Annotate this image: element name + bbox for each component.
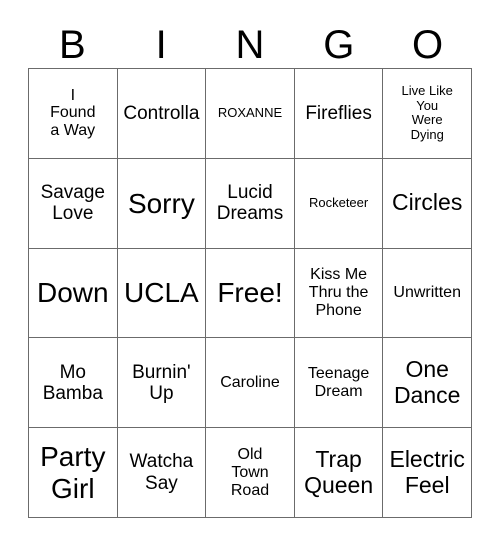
bingo-header-letter-g: G	[323, 23, 355, 67]
bingo-cell-free-space[interactable]: Free!	[206, 248, 295, 339]
bingo-cell-label: Live Like You Were Dying	[401, 83, 453, 142]
bingo-cell-label: Unwritten	[393, 284, 461, 302]
bingo-cell-r1-c1[interactable]: I Found a Way	[29, 69, 118, 159]
bingo-cell-label: Burnin' Up	[132, 361, 191, 404]
bingo-cell-label: Teenage Dream	[307, 364, 370, 400]
bingo-header-letter-n: N	[235, 23, 265, 67]
bingo-cell-label: Circles	[392, 189, 463, 216]
bingo-cell-label: One Dance	[393, 356, 461, 408]
bingo-cell-label: Mo Bamba	[42, 361, 103, 404]
bingo-cell-r4-c2[interactable]: Burnin' Up	[117, 338, 207, 429]
bingo-cell-label: Kiss Me Thru the Phone	[308, 266, 369, 319]
bingo-cell-label: Caroline	[220, 373, 280, 391]
bingo-cell-label: Old Town Road	[230, 445, 270, 499]
bingo-cell-label: Trap Queen	[304, 445, 374, 498]
bingo-cell-label: Controlla	[123, 102, 200, 124]
bingo-cell-r5-c4[interactable]: Trap Queen	[294, 428, 384, 518]
bingo-cell-r2-c4[interactable]: Rocketeer	[294, 158, 384, 249]
bingo-cell-r5-c2[interactable]: Watcha Say	[117, 428, 207, 518]
bingo-cell-r2-c1[interactable]: Savage Love	[29, 158, 118, 249]
bingo-cell-r5-c5[interactable]: Electric Feel	[383, 428, 472, 518]
bingo-header-row: BINGO	[28, 22, 472, 68]
bingo-cell-label: Savage Love	[40, 181, 106, 225]
bingo-cell-r5-c3[interactable]: Old Town Road	[206, 428, 295, 518]
bingo-cell-r1-c3[interactable]: ROXANNE	[206, 69, 295, 159]
bingo-grid: I Found a Way Controlla ROXANNE Fireflies Li…	[28, 68, 472, 518]
bingo-cell-r5-c1[interactable]: Party Girl	[29, 428, 118, 518]
bingo-cell-r2-c3[interactable]: Lucid Dreams	[206, 158, 295, 249]
bingo-cell-label: Lucid Dreams	[216, 181, 284, 225]
bingo-cell-r1-c2[interactable]: Controlla	[117, 69, 207, 159]
bingo-cell-label: Electric Feel	[389, 445, 465, 498]
bingo-cell-label: Watcha Say	[129, 451, 194, 494]
bingo-cell-r3-c5[interactable]: Unwritten	[383, 248, 472, 339]
bingo-cell-label: Fireflies	[305, 102, 372, 124]
bingo-cell-r4-c1[interactable]: Mo Bamba	[29, 338, 118, 429]
bingo-cell-r4-c5[interactable]: One Dance	[383, 338, 472, 429]
bingo-cell-r4-c4[interactable]: Teenage Dream	[294, 338, 384, 429]
bingo-cell-r3-c1[interactable]: Down	[29, 248, 118, 339]
bingo-cell-label: Sorry	[127, 187, 195, 219]
bingo-cell-label: ROXANNE	[217, 105, 283, 121]
bingo-cell-r1-c5[interactable]: Live Like You Were Dying	[383, 69, 472, 159]
bingo-cell-r2-c5[interactable]: Circles	[383, 158, 472, 249]
bingo-cell-label: Down	[37, 277, 109, 309]
bingo-cell-label: I Found a Way	[50, 86, 96, 140]
bingo-cell-r1-c4[interactable]: Fireflies	[294, 69, 384, 159]
bingo-cell-label: Rocketeer	[308, 194, 369, 210]
bingo-cell-r3-c2[interactable]: UCLA	[117, 248, 207, 339]
bingo-card: B I N G O I Found a Way Controlla ROXANNE Firef…	[0, 0, 500, 544]
bingo-cell-r4-c3[interactable]: Caroline	[206, 338, 295, 429]
bingo-cell-label: Free!	[217, 277, 283, 309]
bingo-cell-label: UCLA	[124, 277, 199, 309]
bingo-header-letter-b: B	[59, 23, 86, 67]
bingo-header-letter-o: O	[412, 23, 444, 67]
bingo-header-letter-i: I	[155, 23, 167, 67]
bingo-cell-r2-c2[interactable]: Sorry	[117, 158, 207, 249]
bingo-cell-label: Party Girl	[40, 441, 106, 504]
bingo-cell-r3-c4[interactable]: Kiss Me Thru the Phone	[294, 248, 384, 339]
